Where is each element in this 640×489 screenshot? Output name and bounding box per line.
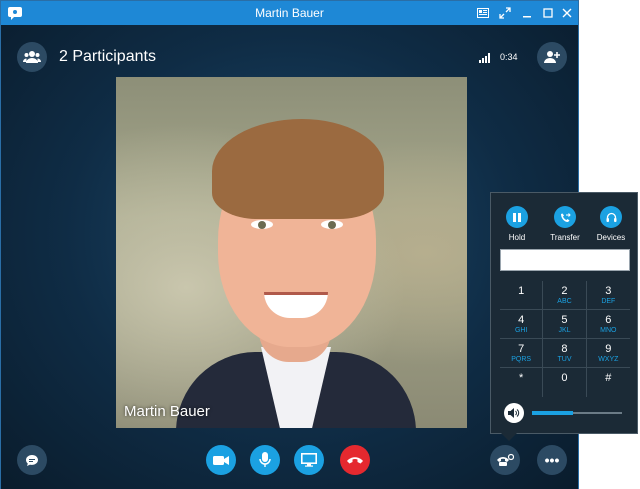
key-digit: # [605, 372, 612, 384]
speaker-icon [508, 408, 520, 418]
monitor-icon [301, 453, 317, 467]
transfer-label: Transfer [550, 233, 580, 242]
popup-pointer [501, 433, 517, 441]
key-letters: PQRS [511, 356, 532, 363]
caller-name: Martin Bauer [124, 403, 210, 420]
key-letters: ABC [557, 298, 572, 305]
chat-button[interactable] [17, 445, 47, 475]
dial-key-7[interactable]: 7 PQRS [500, 339, 544, 368]
volume-level [532, 411, 573, 415]
call-controls-icon [497, 453, 514, 466]
call-controls-button[interactable] [490, 445, 520, 475]
add-person-icon [544, 51, 560, 63]
dial-key-6[interactable]: 6 MNO [586, 310, 630, 339]
speaker-volume-button[interactable] [504, 403, 524, 423]
screen-share-button[interactable] [294, 445, 324, 475]
end-call-icon [347, 456, 363, 463]
key-digit: 9 [605, 343, 612, 355]
key-letters: DEF [601, 298, 616, 305]
title-bar[interactable]: Martin Bauer [1, 1, 578, 25]
key-digit: 8 [561, 343, 568, 355]
more-options-button[interactable]: ••• [537, 445, 567, 475]
dialpad-panel: Hold Transfer Devices 1 2 ABC 3 DEF 4 GHI 5… [490, 192, 638, 441]
chat-icon [26, 454, 38, 466]
participants-icon [23, 51, 41, 63]
key-digit: 1 [518, 285, 525, 297]
video-hair [212, 119, 384, 219]
transfer-icon [554, 206, 576, 228]
key-letters: JKL [558, 327, 571, 334]
video-camera-icon [213, 455, 229, 465]
dial-key-2[interactable]: 2 ABC [543, 281, 587, 310]
dial-number-input[interactable] [500, 249, 630, 271]
window-title: Martin Bauer [255, 6, 324, 20]
key-digit: 7 [518, 343, 525, 355]
fullscreen-icon[interactable] [497, 5, 513, 21]
remote-video: Martin Bauer [116, 77, 467, 428]
pause-icon [506, 206, 528, 228]
close-icon[interactable] [559, 5, 575, 21]
participants-button[interactable] [17, 42, 47, 72]
key-digit: 2 [561, 285, 568, 297]
key-letters: WXYZ [598, 356, 619, 363]
devices-label: Devices [596, 233, 626, 242]
dial-key-3[interactable]: 3 DEF [586, 281, 630, 310]
signal-strength-icon [479, 50, 491, 63]
devices-action[interactable]: Devices [589, 206, 633, 242]
dial-key-0[interactable]: 0 [543, 368, 587, 397]
key-digit: 0 [561, 372, 568, 384]
hang-up-button[interactable] [340, 445, 370, 475]
add-participant-button[interactable] [537, 42, 567, 72]
compact-view-icon[interactable] [475, 5, 491, 21]
hold-action[interactable]: Hold [495, 206, 539, 242]
call-timer: 0:34 [500, 52, 518, 62]
minimize-icon[interactable] [519, 5, 535, 21]
dial-key-4[interactable]: 4 GHI [500, 310, 544, 339]
microphone-icon [259, 452, 271, 467]
participants-count[interactable]: 2 Participants [59, 48, 156, 66]
volume-slider[interactable] [532, 411, 622, 415]
key-letters: GHI [514, 327, 528, 334]
mute-button[interactable] [250, 445, 280, 475]
headset-icon [600, 206, 622, 228]
video-left-eye [251, 220, 273, 229]
video-right-eye [321, 220, 343, 229]
dial-key-9[interactable]: 9 WXYZ [586, 339, 630, 368]
video-toggle-button[interactable] [206, 445, 236, 475]
dial-key-star[interactable]: * [500, 368, 544, 397]
key-letters: MNO [600, 327, 617, 334]
dial-key-5[interactable]: 5 JKL [543, 310, 587, 339]
key-letters: TUV [557, 356, 572, 363]
dial-key-1[interactable]: 1 [500, 281, 544, 310]
key-digit: 3 [605, 285, 612, 297]
key-digit: 5 [561, 314, 568, 326]
key-digit: 6 [605, 314, 612, 326]
maximize-icon[interactable] [540, 5, 556, 21]
key-digit: 4 [518, 314, 525, 326]
dial-key-8[interactable]: 8 TUV [543, 339, 587, 368]
dial-key-hash[interactable]: # [587, 368, 630, 397]
transfer-action[interactable]: Transfer [543, 206, 587, 242]
dialpad-keys: 1 2 ABC 3 DEF 4 GHI 5 JKL 6 MNO 7 PQRS 8 TUV 9W… [500, 281, 630, 397]
key-digit: * [519, 372, 524, 384]
hold-label: Hold [508, 233, 526, 242]
